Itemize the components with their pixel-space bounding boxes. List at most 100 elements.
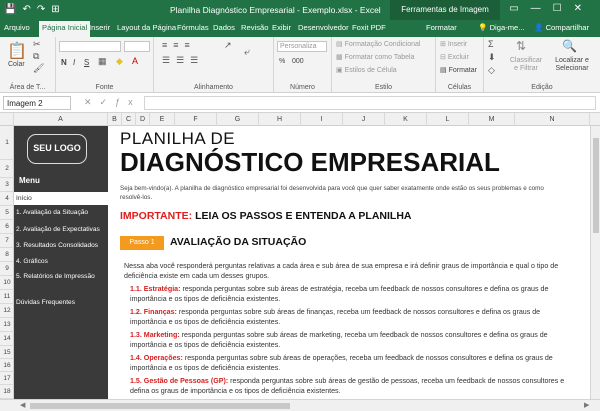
format-as-table-button[interactable]: ▦ Formatar como Tabela [336, 53, 414, 61]
row-header[interactable]: 2 [0, 160, 14, 178]
tab-inserir[interactable]: Inserir [89, 23, 110, 32]
sidebar-item-avaliacao-situacao[interactable]: 1. Avaliação da Situação [14, 206, 108, 219]
customize-icon[interactable]: ⊞ [51, 4, 65, 15]
tab-desenvolvedor[interactable]: Desenvolvedor [298, 23, 349, 32]
tab-arquivo[interactable]: Arquivo [4, 23, 30, 32]
tab-dados[interactable]: Dados [213, 23, 235, 32]
conditional-formatting-button[interactable]: ▤ Formatação Condicional [336, 40, 420, 48]
ribbon-display-icon[interactable]: ▭ [509, 3, 530, 14]
format-painter-icon[interactable]: 🖌 [33, 63, 44, 74]
column-header[interactable]: L [427, 113, 469, 126]
row-header[interactable]: 8 [0, 248, 14, 262]
delete-cells-button[interactable]: ⊟ Excluir [440, 53, 469, 61]
column-header[interactable]: A [14, 113, 108, 126]
row-header[interactable]: 16 [0, 359, 14, 372]
row-header[interactable]: 7 [0, 234, 14, 248]
paste-icon[interactable]: 📋 [7, 41, 27, 61]
insert-cells-button[interactable]: ⊞ Inserir [440, 40, 467, 48]
clear-icon[interactable]: ◇ [488, 65, 495, 76]
row-header[interactable]: 17 [0, 372, 14, 385]
tab-revisao[interactable]: Revisão [241, 23, 268, 32]
column-header[interactable]: G [217, 113, 259, 126]
horizontal-scrollbar[interactable]: ◀ ▶ [0, 399, 600, 411]
sort-filter-icon[interactable]: ⇅ [516, 39, 526, 53]
sidebar-item-resultados[interactable]: 3. Resultados Consolidados [14, 239, 108, 252]
number-format-select[interactable]: Personaliza [277, 41, 327, 52]
italic-button[interactable]: I [73, 58, 75, 67]
sidebar-item-avaliacao-expectativas[interactable]: 2. Avaliação de Expectativas [14, 223, 108, 236]
tab-exibir[interactable]: Exibir [272, 23, 291, 32]
vertical-align-icons[interactable]: ≡≡≡ [162, 40, 196, 50]
autosum-icon[interactable]: Σ [488, 39, 494, 49]
row-header[interactable]: 6 [0, 220, 14, 234]
row-header[interactable]: 4 [0, 192, 14, 206]
tab-formulas[interactable]: Fórmulas [177, 23, 209, 32]
wrap-text-icon[interactable]: ⤶ [244, 47, 250, 58]
row-header[interactable]: 11 [0, 290, 14, 304]
copy-icon[interactable]: ⧉ [33, 51, 39, 62]
fill-icon[interactable]: ⬇ [488, 52, 496, 63]
fx-icon[interactable]: ƒx [115, 97, 141, 107]
sort-filter-button[interactable]: Classificar e Filtrar [507, 57, 545, 73]
tell-me-box[interactable]: 💡 Diga-me... [478, 23, 525, 32]
sidebar-item-relatorios[interactable]: 5. Relatórios de Impressão [14, 270, 108, 283]
sidebar-item-duvidas[interactable]: Dúvidas Frequentes [14, 296, 108, 309]
bold-button[interactable]: N [61, 58, 67, 67]
font-size-select[interactable] [124, 41, 150, 52]
thousands-button[interactable]: 000 [292, 58, 304, 65]
column-header[interactable]: H [259, 113, 301, 126]
font-color-icon[interactable]: A [132, 56, 138, 66]
cell-styles-button[interactable]: ▣ Estilos de Célula [336, 66, 397, 74]
row-header[interactable]: 10 [0, 276, 14, 290]
column-header[interactable]: N [515, 113, 590, 126]
row-header[interactable]: 1 [0, 126, 14, 160]
tab-formatar[interactable]: Formatar [426, 23, 457, 32]
tab-foxit[interactable]: Foxit PDF [352, 23, 386, 32]
undo-icon[interactable]: ↶ [22, 4, 36, 15]
orientation-icon[interactable]: ↗ [224, 40, 232, 51]
horizontal-align-icons[interactable]: ☰☰☰ [162, 55, 204, 66]
sidebar-item-inicio[interactable]: Início [14, 192, 108, 205]
tab-layout[interactable]: Layout da Página [117, 23, 176, 32]
quick-access-toolbar[interactable]: 💾↶↷⊞ [4, 4, 66, 15]
row-header[interactable]: 13 [0, 318, 14, 332]
maximize-icon[interactable]: ☐ [553, 3, 574, 14]
redo-icon[interactable]: ↷ [37, 4, 51, 15]
column-header[interactable]: B [108, 113, 122, 126]
close-icon[interactable]: ✕ [574, 3, 594, 14]
scroll-left-icon[interactable]: ◀ [20, 401, 25, 409]
percent-button[interactable]: % [279, 58, 285, 65]
save-icon[interactable]: 💾 [4, 4, 22, 15]
scroll-right-icon[interactable]: ▶ [584, 401, 589, 409]
sidebar-item-graficos[interactable]: 4. Gráficos [14, 255, 108, 268]
share-button[interactable]: 👤 Compartilhar [534, 23, 589, 32]
scissors-icon[interactable]: ✂ [33, 39, 41, 50]
row-header[interactable]: 12 [0, 304, 14, 318]
enter-icon[interactable]: ✓ [100, 97, 116, 107]
vertical-scroll-thumb[interactable] [593, 138, 599, 233]
font-name-select[interactable] [59, 41, 121, 52]
row-header[interactable]: 5 [0, 206, 14, 220]
column-header[interactable]: I [301, 113, 343, 126]
tab-pagina-inicial[interactable]: Página Inicial [39, 21, 91, 37]
minimize-icon[interactable]: — [531, 3, 553, 14]
column-header[interactable]: K [385, 113, 427, 126]
row-header[interactable]: 15 [0, 346, 14, 359]
row-header[interactable]: 18 [0, 385, 14, 399]
row-header[interactable]: 14 [0, 332, 14, 346]
vertical-scrollbar[interactable] [590, 126, 600, 399]
find-select-button[interactable]: Localizar e Selecionar [548, 57, 596, 73]
row-header[interactable]: 3 [0, 178, 14, 192]
formula-input[interactable] [144, 96, 596, 110]
column-header[interactable]: E [150, 113, 175, 126]
column-header[interactable]: D [136, 113, 150, 126]
column-header[interactable]: M [469, 113, 515, 126]
fill-color-icon[interactable]: ◆ [116, 56, 123, 67]
find-icon[interactable]: 🔍 [562, 39, 577, 53]
borders-icon[interactable]: ▦ [98, 56, 107, 67]
name-box[interactable]: Imagem 2 [3, 96, 71, 110]
paste-button[interactable]: Colar [8, 61, 25, 68]
column-header[interactable]: F [175, 113, 217, 126]
window-controls[interactable]: ▭—☐✕ [509, 3, 594, 14]
cancel-icon[interactable]: ✕ [84, 97, 100, 107]
